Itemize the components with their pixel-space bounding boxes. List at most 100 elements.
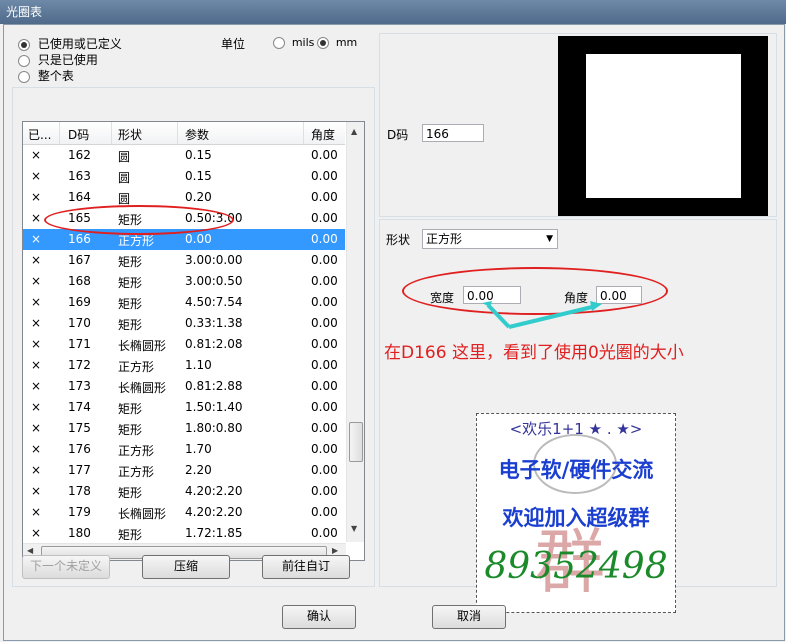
scroll-down-icon[interactable]: ▼ — [351, 524, 357, 533]
filter-label: 整个表 — [37, 69, 74, 83]
cell-d: 178 — [68, 484, 91, 498]
ok-button[interactable]: 确认 — [282, 605, 356, 629]
table-row[interactable]: × 169 矩形 4.50:7.54 0.00 — [23, 292, 345, 313]
aperture-preview — [558, 36, 768, 216]
unit-option-mm[interactable]: mm — [317, 35, 357, 49]
scroll-thumb[interactable] — [349, 422, 363, 462]
table-row[interactable]: × 177 正方形 2.20 0.00 — [23, 460, 345, 481]
cell-param: 0.81:2.88 — [185, 379, 243, 393]
cell-d: 174 — [68, 400, 91, 414]
scroll-left-icon[interactable]: ◀ — [27, 546, 33, 555]
table-row[interactable]: × 167 矩形 3.00:0.00 0.00 — [23, 250, 345, 271]
chevron-down-icon: ▼ — [546, 234, 553, 244]
title-bar: 光圈表 — [0, 0, 786, 24]
table-row[interactable]: × 180 矩形 1.72:1.85 0.00 — [23, 523, 345, 544]
cell-used: × — [31, 484, 42, 498]
cell-d: 177 — [68, 463, 91, 477]
table-row[interactable]: × 179 长椭圆形 4.20:2.20 0.00 — [23, 502, 345, 523]
cell-shape: 长椭圆形 — [118, 507, 167, 521]
cell-used: × — [31, 442, 42, 456]
unit-label: 单位 — [221, 37, 246, 51]
cell-param: 3.00:0.00 — [185, 253, 243, 267]
table-row[interactable]: × 178 矩形 4.20:2.20 0.00 — [23, 481, 345, 502]
cell-d: 171 — [68, 337, 91, 351]
cell-used: × — [31, 253, 42, 267]
cell-d: 168 — [68, 274, 91, 288]
table-row[interactable]: × 175 矩形 1.80:0.80 0.00 — [23, 418, 345, 439]
cell-d: 164 — [68, 190, 91, 204]
cell-used: × — [31, 316, 42, 330]
goto-custom-button[interactable]: 前往自订 — [262, 555, 350, 579]
cell-shape: 矩形 — [118, 423, 143, 437]
shape-select[interactable]: 正方形 ▼ — [422, 229, 558, 249]
cell-d: 173 — [68, 379, 91, 393]
arrow-line-left — [486, 303, 511, 329]
cell-angle: 0.00 — [311, 505, 338, 519]
shape-label: 形状 — [386, 233, 411, 247]
column-header-params[interactable]: 参数 — [185, 126, 209, 143]
cell-param: 0.00 — [185, 232, 212, 246]
cell-angle: 0.00 — [311, 148, 338, 162]
table-row[interactable]: × 164 圆 0.20 0.00 — [23, 187, 345, 208]
table-row[interactable]: × 171 长椭圆形 0.81:2.08 0.00 — [23, 334, 345, 355]
cell-angle: 0.00 — [311, 232, 338, 246]
filter-option-used-only[interactable]: 只是已使用 — [18, 51, 98, 68]
table-row[interactable]: × 173 长椭圆形 0.81:2.88 0.00 — [23, 376, 345, 397]
cell-angle: 0.00 — [311, 274, 338, 288]
table-row[interactable]: × 176 正方形 1.70 0.00 — [23, 439, 345, 460]
annotation-arrows — [482, 301, 602, 329]
cell-param: 1.50:1.40 — [185, 400, 243, 414]
dcode-field[interactable]: 166 — [422, 124, 484, 142]
column-header-used[interactable]: 已... — [28, 126, 51, 143]
cell-d: 166 — [68, 232, 91, 246]
cell-used: × — [31, 274, 42, 288]
vertical-scrollbar[interactable]: ▲ ▼ — [346, 122, 364, 542]
cell-param: 4.20:2.20 — [185, 484, 243, 498]
cell-d: 175 — [68, 421, 91, 435]
filter-option-entire-table[interactable]: 整个表 — [18, 67, 74, 84]
cell-used: × — [31, 358, 42, 372]
cell-angle: 0.00 — [311, 442, 338, 456]
cell-used: × — [31, 379, 42, 393]
cell-param: 0.20 — [185, 190, 212, 204]
cell-param: 4.50:7.54 — [185, 295, 243, 309]
scroll-right-icon[interactable]: ▶ — [332, 546, 338, 555]
unit-option-mils[interactable]: mils — [273, 35, 314, 49]
cell-used: × — [31, 505, 42, 519]
square-aperture-shape — [586, 54, 741, 198]
table-header: 已... D码 形状 参数 角度 — [23, 122, 345, 145]
next-undefined-button[interactable]: 下一个未定义 — [22, 555, 110, 579]
compress-button[interactable]: 压缩 — [142, 555, 230, 579]
cancel-button[interactable]: 取消 — [432, 605, 506, 629]
cell-d: 179 — [68, 505, 91, 519]
cell-shape: 矩形 — [118, 402, 143, 416]
cell-shape: 正方形 — [118, 360, 155, 374]
filter-option-used-or-defined[interactable]: 已使用或已定义 — [18, 35, 122, 52]
column-header-shape[interactable]: 形状 — [118, 126, 142, 143]
table-row[interactable]: × 162 圆 0.15 0.00 — [23, 145, 345, 166]
cell-shape: 圆 — [118, 171, 131, 185]
cell-angle: 0.00 — [311, 253, 338, 267]
filter-label: 已使用或已定义 — [37, 37, 122, 51]
cell-d: 169 — [68, 295, 91, 309]
cell-d: 163 — [68, 169, 91, 183]
cell-angle: 0.00 — [311, 295, 338, 309]
table-row[interactable]: × 172 正方形 1.10 0.00 — [23, 355, 345, 376]
column-header-angle[interactable]: 角度 — [311, 126, 335, 143]
radio-icon — [18, 38, 30, 51]
cell-used: × — [31, 526, 42, 540]
table-row[interactable]: × 174 矩形 1.50:1.40 0.00 — [23, 397, 345, 418]
cell-shape: 矩形 — [118, 297, 143, 311]
cell-d: 170 — [68, 316, 91, 330]
cell-param: 1.80:0.80 — [185, 421, 243, 435]
cell-param: 1.72:1.85 — [185, 526, 243, 540]
table-row[interactable]: × 170 矩形 0.33:1.38 0.00 — [23, 313, 345, 334]
cell-param: 0.33:1.38 — [185, 316, 243, 330]
cell-angle: 0.00 — [311, 421, 338, 435]
table-row[interactable]: × 168 矩形 3.00:0.50 0.00 — [23, 271, 345, 292]
aperture-table[interactable]: 已... D码 形状 参数 角度 × 162 圆 0.15 0.00 × 163 圆 0.15 0… — [22, 121, 365, 561]
cell-used: × — [31, 295, 42, 309]
scroll-up-icon[interactable]: ▲ — [351, 127, 357, 136]
column-header-dcode[interactable]: D码 — [68, 126, 89, 143]
table-row[interactable]: × 163 圆 0.15 0.00 — [23, 166, 345, 187]
